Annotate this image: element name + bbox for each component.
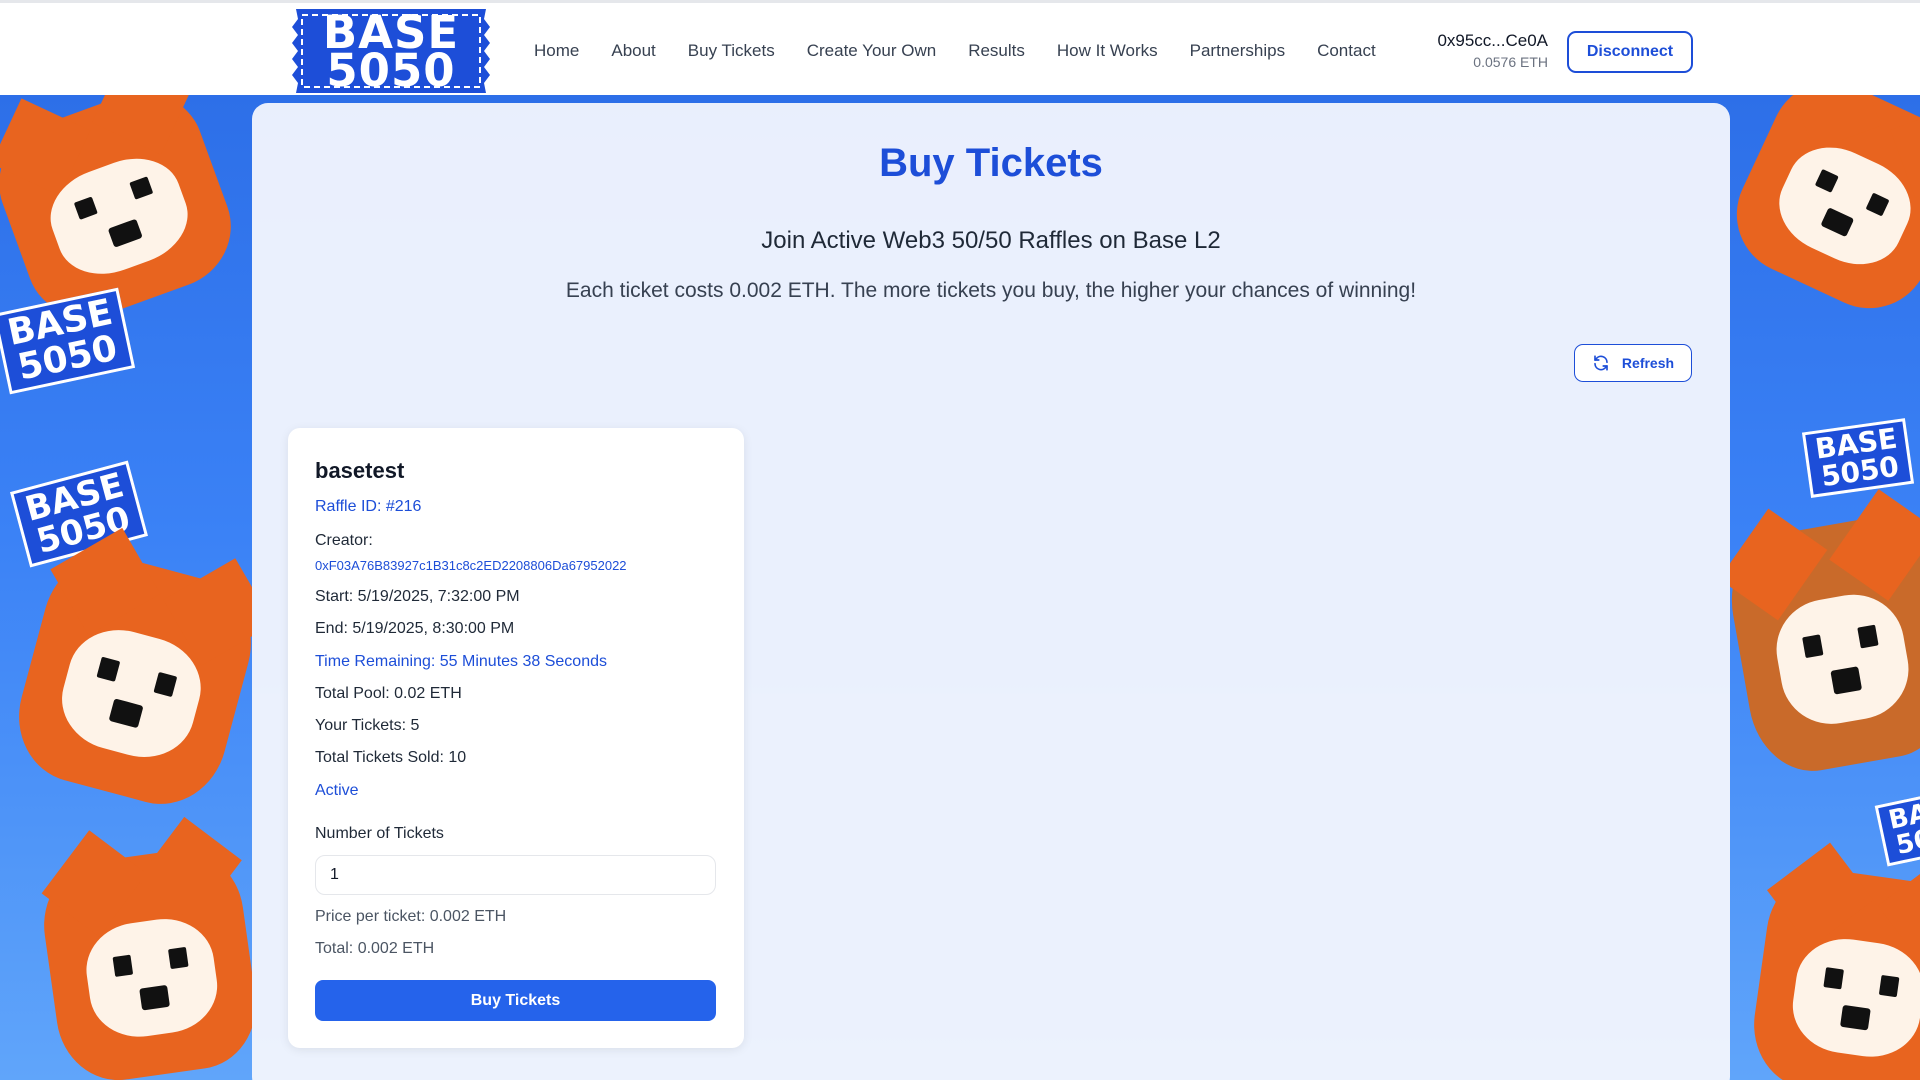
raffle-name: basetest: [315, 458, 405, 483]
base5050-logo[interactable]: BASE 5050: [288, 5, 494, 97]
your-tickets: Your Tickets: 5: [315, 717, 420, 734]
status-badge: Active: [315, 782, 359, 799]
refresh-icon: [1594, 355, 1608, 371]
wallet-balance: 0.0576 ETH: [1473, 54, 1548, 70]
refresh-label: Refresh: [1621, 355, 1675, 371]
shiba-dog-artwork: [1745, 842, 1920, 1080]
wallet-info: 0x95cc...Ce0A 0.0576 ETH: [1437, 31, 1548, 71]
raffle-id: Raffle ID: #216: [315, 498, 422, 515]
creator-address-link[interactable]: 0xF03A76B83927c1B31c8c2ED2208806Da679520…: [315, 558, 627, 573]
shiba-dog-artwork: [0, 95, 248, 335]
creator-label: Creator:: [315, 532, 373, 549]
logo-text-5050: 5050: [326, 44, 456, 97]
nav-how-it-works[interactable]: How It Works: [1057, 39, 1158, 63]
price-per-ticket: Price per ticket: 0.002 ETH: [315, 908, 507, 925]
shiba-dog-artwork: [1730, 95, 1920, 328]
sticker-text: 5050: [1819, 449, 1901, 494]
base5050-sticker: BASE 5050: [1874, 785, 1920, 867]
raffle-card: basetest Raffle ID: #216 Creator: 0xF03A…: [288, 428, 744, 1048]
base5050-sticker: BASE 5050: [1801, 418, 1915, 498]
shiba-dog-artwork: [3, 528, 252, 819]
nav-buy-tickets[interactable]: Buy Tickets: [688, 39, 775, 63]
base5050-sticker: BASE 5050: [0, 287, 135, 395]
buy-tickets-button[interactable]: Buy Tickets: [315, 980, 716, 1021]
wallet-address: 0x95cc...Ce0A: [1437, 31, 1548, 50]
page-title: Buy Tickets: [879, 141, 1103, 185]
top-navbar: BASE 5050 Home About Buy Tickets Create …: [0, 0, 1920, 95]
raffle-start-time: Start: 5/19/2025, 7:32:00 PM: [315, 588, 520, 605]
total-price: Total: 0.002 ETH: [315, 940, 435, 957]
disconnect-button[interactable]: Disconnect: [1567, 31, 1693, 73]
nav-create-your-own[interactable]: Create Your Own: [807, 39, 936, 63]
ticket-quantity-input[interactable]: [315, 855, 716, 895]
time-remaining: Time Remaining: 55 Minutes 38 Seconds: [315, 653, 607, 670]
nav-home[interactable]: Home: [534, 39, 579, 63]
refresh-button[interactable]: Refresh: [1574, 344, 1692, 382]
shiba-dog-artwork: [35, 817, 252, 1080]
page-description: Each ticket costs 0.002 ETH. The more ti…: [565, 279, 1417, 302]
nav-partnerships[interactable]: Partnerships: [1190, 39, 1285, 63]
nav-results[interactable]: Results: [968, 39, 1025, 63]
nav-about[interactable]: About: [611, 39, 655, 63]
quantity-label: Number of Tickets: [315, 825, 444, 842]
right-decor-artwork: BASE 5050 BASE 5050: [1730, 95, 1920, 1080]
nav-contact[interactable]: Contact: [1317, 39, 1376, 63]
left-decor-artwork: BASE 5050 BASE 5050: [0, 95, 252, 1080]
total-pool: Total Pool: 0.02 ETH: [315, 685, 462, 702]
page-subtitle: Join Active Web3 50/50 Raffles on Base L…: [761, 227, 1221, 254]
raffle-end-time: End: 5/19/2025, 8:30:00 PM: [315, 620, 515, 637]
tickets-sold: Total Tickets Sold: 10: [315, 749, 467, 766]
shiba-dog-artwork: [1730, 488, 1920, 781]
main-nav: Home About Buy Tickets Create Your Own R…: [534, 39, 1376, 63]
main-panel: Buy Tickets Join Active Web3 50/50 Raffl…: [252, 103, 1730, 1080]
